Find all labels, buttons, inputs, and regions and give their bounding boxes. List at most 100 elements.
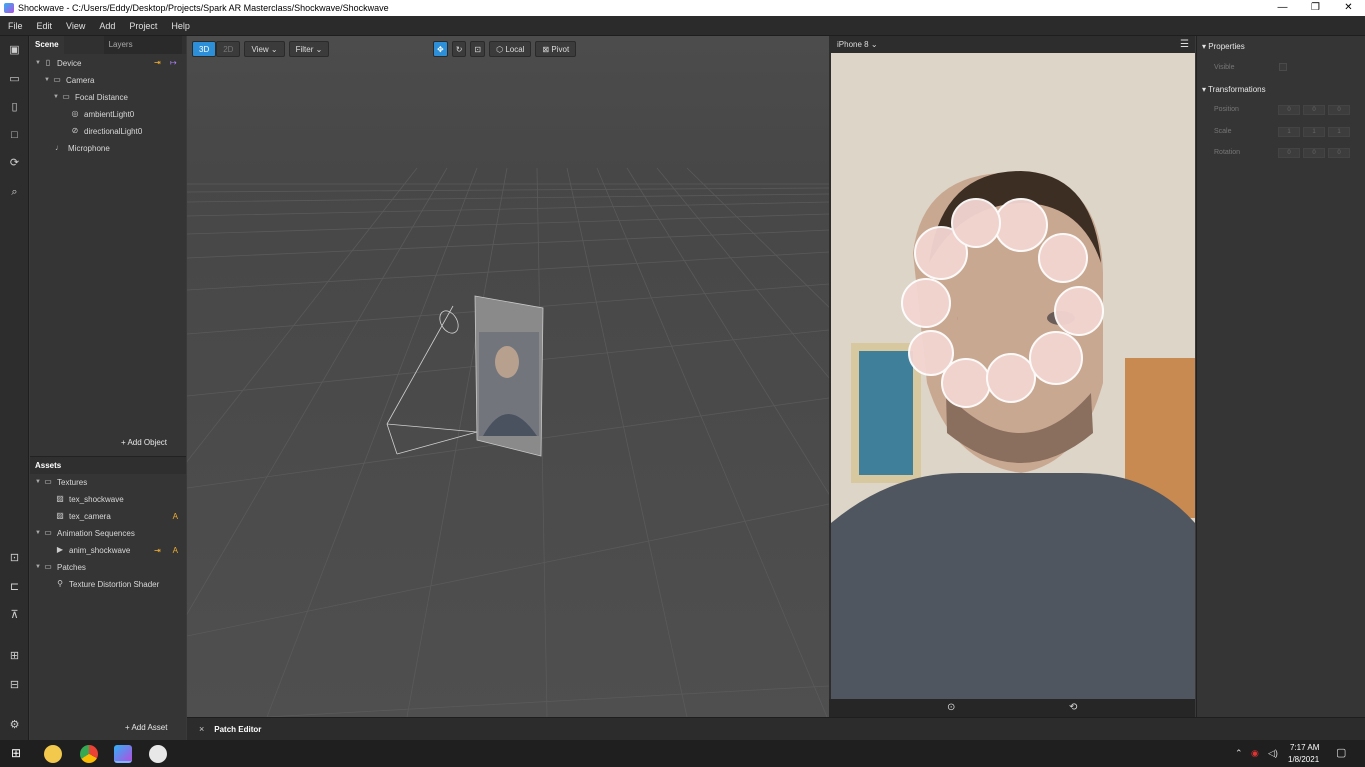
scale-tool-icon[interactable]: ⊡ bbox=[470, 41, 486, 57]
windows-start-icon[interactable]: ⊞ bbox=[11, 747, 23, 759]
position-fields: 0 0 0 bbox=[1278, 105, 1353, 115]
link-out-icon[interactable]: ↦ bbox=[170, 58, 177, 67]
minimize-button[interactable]: — bbox=[1266, 0, 1299, 16]
assets-header: Assets bbox=[30, 456, 186, 474]
layout-icon[interactable]: ▣ bbox=[8, 44, 21, 56]
volume-icon[interactable]: ◁) bbox=[1268, 748, 1278, 759]
notifications-icon[interactable]: ▢ bbox=[1336, 746, 1346, 759]
close-patch-editor-button[interactable]: × bbox=[199, 724, 204, 734]
view-dropdown[interactable]: View ⌄ bbox=[244, 41, 285, 57]
menu-icon[interactable]: ☰ bbox=[1180, 39, 1189, 50]
maximize-button[interactable]: ❐ bbox=[1299, 0, 1332, 16]
visible-checkbox[interactable] bbox=[1279, 63, 1287, 71]
rotate-tool-icon[interactable]: ↻ bbox=[451, 41, 467, 57]
link-icon[interactable]: ⇥ bbox=[154, 546, 161, 555]
device-name: iPhone 8 bbox=[837, 40, 869, 49]
share-icon[interactable]: ⊞ bbox=[8, 650, 21, 662]
texture-icon: ▨ bbox=[56, 494, 64, 503]
asset-folder-animation-sequences[interactable]: ▼ ▭ Animation Sequences bbox=[35, 526, 135, 540]
menu-edit[interactable]: Edit bbox=[29, 21, 59, 31]
spark-ar-taskbar-icon[interactable] bbox=[114, 745, 132, 763]
scale-z-field[interactable]: 1 bbox=[1328, 127, 1350, 137]
tab-layers[interactable]: Layers bbox=[103, 36, 182, 54]
file-explorer-icon[interactable] bbox=[44, 745, 62, 763]
obs-icon[interactable] bbox=[149, 745, 167, 763]
square-icon[interactable]: □ bbox=[8, 129, 21, 141]
chevron-down-icon[interactable]: ▼ bbox=[35, 530, 43, 536]
view-3d-button[interactable]: 3D bbox=[192, 41, 217, 57]
columns-icon[interactable]: ▯ bbox=[8, 101, 21, 113]
device-preview-icon[interactable]: ⊏ bbox=[8, 581, 21, 593]
tree-item-ambient-light[interactable]: ◎ ambientLight0 bbox=[70, 107, 135, 121]
sync-icon[interactable]: ⟳ bbox=[8, 157, 21, 169]
chevron-down-icon[interactable]: ▼ bbox=[35, 60, 43, 66]
pivot-toggle[interactable]: ⊠ Pivot bbox=[535, 41, 577, 57]
scale-x-field[interactable]: 1 bbox=[1278, 127, 1300, 137]
menu-add[interactable]: Add bbox=[91, 21, 121, 31]
tray-app-icon[interactable]: ◉ bbox=[1251, 748, 1259, 759]
asset-item-texture-distortion-shader[interactable]: ⚲ Texture Distortion Shader bbox=[55, 577, 159, 591]
move-tool-icon[interactable]: ✥ bbox=[433, 41, 448, 57]
gear-icon[interactable]: ⚙ bbox=[8, 719, 21, 731]
visible-label: Visible bbox=[1214, 64, 1235, 71]
search-icon[interactable]: ⌕ bbox=[8, 186, 21, 198]
menu-help[interactable]: Help bbox=[163, 21, 196, 31]
asset-item-tex-camera[interactable]: ▨ tex_camera bbox=[55, 509, 111, 523]
chevron-down-icon[interactable]: ▼ bbox=[35, 479, 43, 485]
rotation-z-field[interactable]: 0 bbox=[1328, 148, 1350, 158]
import-icon[interactable]: ⊡ bbox=[8, 552, 21, 564]
scale-y-field[interactable]: 1 bbox=[1303, 127, 1325, 137]
camera-preview bbox=[831, 53, 1195, 699]
menu-project[interactable]: Project bbox=[121, 21, 163, 31]
publish-icon[interactable]: ⊟ bbox=[8, 679, 21, 691]
viewport-grid bbox=[187, 36, 829, 717]
transformations-section[interactable]: ▾ Transformations bbox=[1202, 85, 1266, 94]
rotate-device-icon[interactable]: ⟲ bbox=[1069, 702, 1077, 713]
asset-item-anim-shockwave[interactable]: ▶ anim_shockwave bbox=[55, 543, 130, 557]
device-icon: ▯ bbox=[45, 58, 51, 67]
upload-icon[interactable]: ⊼ bbox=[8, 609, 21, 621]
filter-dropdown[interactable]: Filter ⌄ bbox=[288, 41, 330, 57]
position-y-field[interactable]: 0 bbox=[1303, 105, 1325, 115]
tree-item-camera[interactable]: ▼ ▭ Camera bbox=[44, 73, 94, 87]
tray-chevron-up-icon[interactable]: ⌃ bbox=[1235, 748, 1243, 759]
menu-bar: File Edit View Add Project Help bbox=[0, 16, 1365, 36]
chrome-icon[interactable] bbox=[80, 745, 98, 763]
screenshot-icon[interactable]: ⊙ bbox=[947, 702, 955, 713]
asset-folder-patches[interactable]: ▼ ▭ Patches bbox=[35, 560, 86, 574]
tree-item-directional-light[interactable]: ⊘ directionalLight0 bbox=[70, 124, 143, 138]
rotation-y-field[interactable]: 0 bbox=[1303, 148, 1325, 158]
chevron-down-icon[interactable]: ▼ bbox=[53, 94, 61, 100]
scene-viewport[interactable]: 3D 2D View ⌄ Filter ⌄ ✥ ↻ ⊡ ⬡ Local ⊠ Pi… bbox=[187, 36, 829, 717]
position-z-field[interactable]: 0 bbox=[1328, 105, 1350, 115]
add-asset-button[interactable]: + Add Asset bbox=[125, 723, 167, 732]
properties-section[interactable]: ▾ Properties bbox=[1202, 42, 1245, 51]
device-selector[interactable]: iPhone 8 ⌄ bbox=[837, 40, 878, 49]
tab-scene[interactable]: Scene bbox=[30, 36, 64, 54]
asset-item-tex-shockwave[interactable]: ▨ tex_shockwave bbox=[55, 492, 123, 506]
rotation-label: Rotation bbox=[1214, 149, 1241, 156]
chevron-down-icon[interactable]: ▼ bbox=[35, 564, 43, 570]
menu-view[interactable]: View bbox=[58, 21, 91, 31]
chevron-down-icon: ▾ bbox=[1202, 85, 1207, 94]
clock-time[interactable]: 7:17 AM bbox=[1290, 743, 1319, 752]
video-icon[interactable]: ▭ bbox=[8, 73, 21, 85]
add-object-button[interactable]: + Add Object bbox=[121, 438, 167, 447]
folder-icon: ▭ bbox=[44, 477, 52, 486]
patch-editor-tab[interactable]: Patch Editor bbox=[214, 725, 261, 734]
close-button[interactable]: ✕ bbox=[1332, 0, 1365, 16]
tree-item-device[interactable]: ▼ ▯ Device bbox=[35, 56, 81, 70]
view-2d-button[interactable]: 2D bbox=[216, 41, 241, 57]
local-toggle[interactable]: ⬡ Local bbox=[489, 41, 532, 57]
asset-folder-textures[interactable]: ▼ ▭ Textures bbox=[35, 475, 87, 489]
menu-file[interactable]: File bbox=[0, 21, 29, 31]
rotation-x-field[interactable]: 0 bbox=[1278, 148, 1300, 158]
tree-item-microphone[interactable]: ♩ Microphone bbox=[54, 141, 110, 155]
tree-item-label: directionalLight0 bbox=[84, 126, 143, 136]
position-x-field[interactable]: 0 bbox=[1278, 105, 1300, 115]
chevron-down-icon[interactable]: ▼ bbox=[44, 77, 52, 83]
clock-date[interactable]: 1/8/2021 bbox=[1288, 755, 1319, 764]
link-icon[interactable]: ⇥ bbox=[154, 58, 161, 67]
patch-icon: ⚲ bbox=[57, 579, 63, 588]
tree-item-focal-distance[interactable]: ▼ ▭ Focal Distance bbox=[53, 90, 128, 104]
